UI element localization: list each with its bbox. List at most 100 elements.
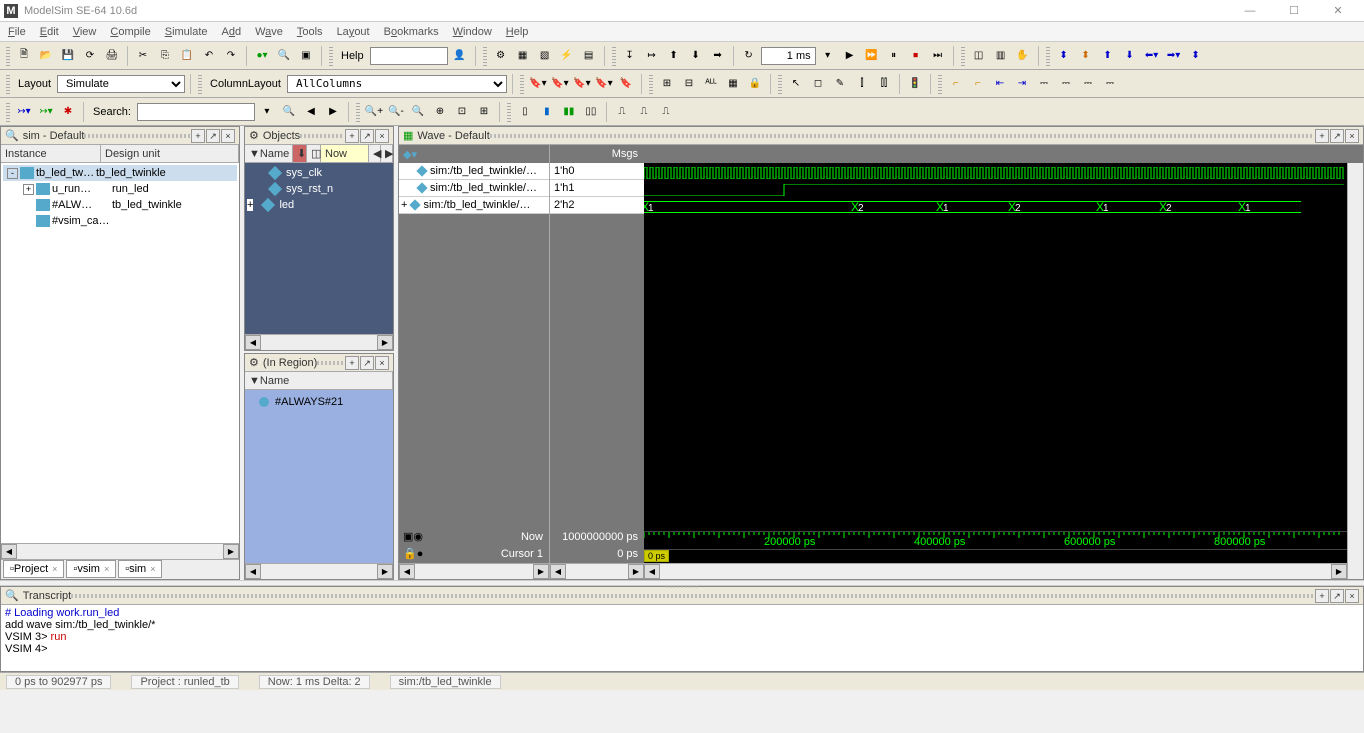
wave-edit-icon-1[interactable]: ⌐	[946, 74, 966, 94]
edit-cursor-icon[interactable]: ✎	[830, 74, 850, 94]
memory-icon[interactable]: ✋	[1013, 46, 1033, 66]
toolbar-grip[interactable]	[938, 74, 942, 94]
add-signal-icon-1[interactable]: ↣▾	[14, 102, 34, 122]
wave-signal-row[interactable]: sim:/tb_led_twinkle/…	[399, 163, 549, 180]
zoom-out-icon[interactable]: 🔍-	[386, 102, 406, 122]
wave-signal-row[interactable]: +sim:/tb_led_twinkle/…	[399, 197, 549, 214]
run-restart-icon[interactable]: ↻	[739, 46, 759, 66]
copy-icon[interactable]: ⎘	[155, 46, 175, 66]
sim-hscroll[interactable]: ◀ ▶	[1, 543, 239, 559]
cursor-marker[interactable]: 0 ps	[644, 550, 669, 562]
run-time-units-icon[interactable]: ▾	[818, 46, 838, 66]
tool-icon-5[interactable]: ▤	[579, 46, 599, 66]
help-go-icon[interactable]: 👤	[450, 46, 470, 66]
object-row[interactable]: sys_clk	[247, 165, 391, 181]
refresh-icon[interactable]: ⟳	[80, 46, 100, 66]
wave-add-icon[interactable]: ◆▾	[403, 149, 417, 161]
wave-edit-icon-4[interactable]: ⇥	[1012, 74, 1032, 94]
run-continue-icon[interactable]: ⏭	[928, 46, 948, 66]
tool-icon-3[interactable]: ▧	[535, 46, 555, 66]
panel-detach-button[interactable]: ↗	[1330, 129, 1344, 143]
search-dropdown-icon[interactable]: ▾	[257, 102, 277, 122]
toolbar-grip[interactable]	[1046, 46, 1050, 66]
toolbar-grip[interactable]	[520, 74, 524, 94]
select-icon[interactable]: ◻	[808, 74, 828, 94]
object-row[interactable]: +led	[247, 197, 391, 213]
tree-row[interactable]: #vsim_ca…	[3, 213, 237, 229]
sim-col-instance[interactable]: Instance	[1, 145, 101, 162]
transcript-body[interactable]: # Loading work.run_ledadd wave sim:/tb_l…	[1, 605, 1363, 671]
menu-file[interactable]: File	[8, 26, 26, 38]
wave-msg-hscroll[interactable]: ◀▶	[550, 563, 644, 579]
tab[interactable]: ▫sim×	[118, 560, 162, 578]
new-file-icon[interactable]: 🗎	[14, 46, 34, 66]
zoom-full-icon[interactable]: 🔍	[408, 102, 428, 122]
menu-bookmarks[interactable]: Bookmarks	[384, 26, 439, 38]
expand-icon[interactable]: +	[401, 199, 407, 211]
run-icon[interactable]: ▶	[840, 46, 860, 66]
run-time-input[interactable]	[761, 47, 816, 65]
wave-edit-icon-7[interactable]: ⎓	[1078, 74, 1098, 94]
tree-row[interactable]: -tb_led_tw…tb_led_twinkle	[3, 165, 237, 181]
continue-icon[interactable]: ➡	[708, 46, 728, 66]
obj-now-button[interactable]: Now	[321, 145, 369, 162]
zoom-in-icon[interactable]: 🔍+	[364, 102, 384, 122]
wave-time-ruler[interactable]: 200000 ps400000 ps600000 ps800000 ps	[644, 531, 1347, 549]
step-return-icon[interactable]: ⬇	[686, 46, 706, 66]
maximize-button[interactable]: ☐	[1272, 0, 1316, 22]
panel-close-button[interactable]: ×	[1345, 129, 1359, 143]
step-out-icon[interactable]: ⬆	[664, 46, 684, 66]
minimize-button[interactable]: —	[1228, 0, 1272, 22]
wave-format-icon-1[interactable]: ▯	[515, 102, 535, 122]
break-icon[interactable]: ⏸	[884, 46, 904, 66]
objects-hscroll[interactable]: ◀▶	[245, 334, 393, 350]
tree-row[interactable]: +u_run…run_led	[3, 181, 237, 197]
tab[interactable]: ▫Project×	[3, 560, 64, 578]
menu-tools[interactable]: Tools	[297, 26, 323, 38]
bookmark-icon-1[interactable]: 🔖▾	[528, 74, 548, 94]
region-row[interactable]: #ALWAYS#21	[249, 394, 389, 410]
toolbar-grip[interactable]	[6, 102, 10, 122]
panel-detach-button[interactable]: ↗	[206, 129, 220, 143]
search-input[interactable]	[137, 103, 255, 121]
wave-row-icons[interactable]: ▣◉	[399, 529, 429, 546]
add-signal-icon-3[interactable]: ✱	[58, 102, 78, 122]
menu-window[interactable]: Window	[453, 26, 492, 38]
collapse-icon[interactable]: ⬍	[1076, 46, 1096, 66]
schematic-icon[interactable]: ▥	[991, 46, 1011, 66]
tool-icon-1[interactable]: ⚙	[491, 46, 511, 66]
expand-icon[interactable]: ⬍	[1054, 46, 1074, 66]
paste-icon[interactable]: 📋	[177, 46, 197, 66]
wave-vscroll[interactable]	[1347, 163, 1363, 579]
layout-select[interactable]: Simulate	[57, 75, 185, 93]
tool-icon-4[interactable]: ⚡	[557, 46, 577, 66]
objects-col-name[interactable]: ▼Name	[245, 145, 293, 162]
toolbar-grip[interactable]	[778, 74, 782, 94]
cursor-icon[interactable]: ↖	[786, 74, 806, 94]
panel-close-button[interactable]: ×	[375, 129, 389, 143]
wave-edge-icon-3[interactable]: ⎍	[656, 102, 676, 122]
search-prev-icon[interactable]: ◀	[301, 102, 321, 122]
wave-cursor-icons[interactable]: 🔒●	[399, 546, 429, 563]
panel-close-button[interactable]: ×	[375, 356, 389, 370]
region-hscroll[interactable]: ◀▶	[245, 563, 393, 579]
tab-close-icon[interactable]: ×	[52, 564, 57, 574]
panel-add-button[interactable]: +	[345, 129, 359, 143]
wave-canvas[interactable]: 1X2X1X2X1X2X1X	[644, 163, 1347, 531]
expand-icon[interactable]: +	[247, 199, 253, 211]
scroll-right-icon[interactable]: ▶	[223, 544, 239, 559]
left-arrow-icon[interactable]: ⬅▾	[1142, 46, 1162, 66]
wave-format-icon-4[interactable]: ▯▯	[581, 102, 601, 122]
region-list[interactable]: #ALWAYS#21	[245, 390, 393, 563]
find-icon[interactable]: 🔍	[274, 46, 294, 66]
region-col-name[interactable]: ▼Name	[245, 372, 393, 389]
wave-edit-icon-8[interactable]: ⎓	[1100, 74, 1120, 94]
wave-edit-icon-6[interactable]: ⎓	[1056, 74, 1076, 94]
toolbar-grip[interactable]	[6, 46, 10, 66]
bookmark-icon-3[interactable]: 🔖▾	[572, 74, 592, 94]
toolbar-grip[interactable]	[507, 102, 511, 122]
divider-icon[interactable]: ⫿	[852, 74, 872, 94]
panel-add-button[interactable]: +	[1315, 129, 1329, 143]
bookmark-icon-5[interactable]: 🔖	[616, 74, 636, 94]
wave-edit-icon-5[interactable]: ⎓	[1034, 74, 1054, 94]
